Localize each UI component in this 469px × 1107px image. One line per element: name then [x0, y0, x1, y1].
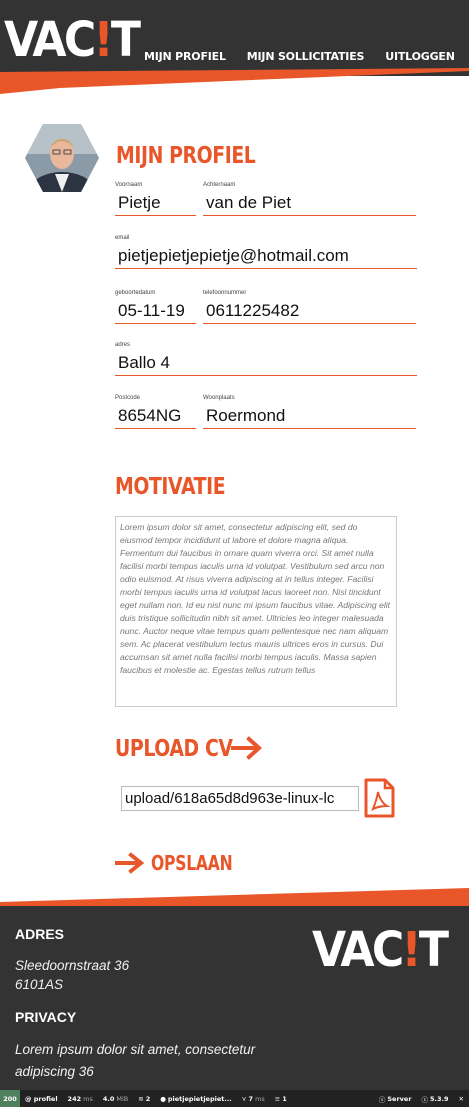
pdf-file-icon[interactable] [363, 778, 395, 818]
twig-icon: ⋎ [241, 1094, 247, 1103]
user-item[interactable]: ● pietjepietjepiet... [155, 1095, 237, 1103]
achternaam-input[interactable]: van de Piet [203, 192, 416, 216]
db-item[interactable]: ≡ 1 [270, 1095, 292, 1103]
cv-upload-input[interactable]: upload/618a65d8d963e-linux-lc [121, 786, 359, 811]
footer-adres-title: ADRES [15, 926, 65, 942]
close-icon[interactable]: ✕ [454, 1095, 469, 1103]
debug-toolbar: 200 @ profiel 242 ms 4.0 MiB ≋ 2 ● pietjepie… [0, 1090, 469, 1107]
database-icon: ≡ [274, 1094, 281, 1103]
save-label: OPSLAAN [151, 851, 233, 875]
footer-adres-line1: Sleedoornstraat 36 [15, 958, 130, 973]
nav-uitloggen[interactable]: UITLOGGEN [385, 50, 455, 63]
adres-label: adres [115, 342, 131, 348]
upload-cv-title: UPLOAD CV [115, 736, 233, 762]
voornaam-input[interactable]: Pietje [115, 192, 196, 216]
profile-title: MIJN PROFIEL [116, 143, 256, 169]
main-nav: MIJN PROFIEL MIJN SOLLICITATIES UITLOGGE… [144, 50, 455, 63]
postcode-label: Postcode [115, 395, 141, 401]
telefoonnummer-label: telefoonnummer [203, 290, 247, 296]
user-icon: ● [160, 1094, 166, 1103]
achternaam-label: Achternaam [203, 182, 236, 188]
layers-icon: ≋ [138, 1094, 144, 1103]
voornaam-field[interactable]: Voornaam Pietje [115, 182, 196, 216]
footer-adres-line2: 6101AS [15, 977, 64, 992]
adres-input[interactable]: Ballo 4 [115, 352, 417, 376]
woonplaats-label: Woonplaats [203, 395, 235, 401]
email-input[interactable]: pietjepietjepietje@hotmail.com [115, 245, 417, 269]
footer-privacy-line1: Lorem ipsum dolor sit amet, consectetur [15, 1042, 256, 1057]
motivatie-textarea[interactable]: Lorem ipsum dolor sit amet, consectetur … [115, 516, 397, 707]
woonplaats-input[interactable]: Roermond [203, 405, 416, 429]
voornaam-label: Voornaam [115, 182, 143, 188]
email-label: email [115, 235, 130, 241]
site-header: VAC!T MIJN PROFIEL MIJN SOLLICITATIES UI… [0, 0, 469, 76]
time-item[interactable]: 242 ms [63, 1095, 98, 1103]
motivatie-title: MOTIVATIE [115, 474, 226, 500]
twig-item[interactable]: ⋎ 7 ms [237, 1095, 270, 1103]
server-item[interactable]: ⓢ Server [374, 1094, 417, 1104]
adres-field[interactable]: adres Ballo 4 [115, 342, 417, 376]
woonplaats-field[interactable]: Woonplaats Roermond [203, 395, 416, 429]
symfony-icon: ⓢ [378, 1095, 386, 1104]
site-logo[interactable]: VAC!T [4, 6, 150, 64]
arrow-right-icon [115, 852, 145, 874]
footer-logo[interactable]: VAC!T [312, 922, 449, 978]
memory-item[interactable]: 4.0 MiB [98, 1095, 133, 1103]
site-footer: ADRES Sleedoornstraat 36 6101AS PRIVACY … [0, 906, 469, 1090]
footer-privacy-title: PRIVACY [15, 1009, 77, 1025]
telefoonnummer-field[interactable]: telefoonnummer 0611225482 [203, 290, 416, 324]
version-item[interactable]: ⓢ 5.3.9 [417, 1094, 454, 1104]
geboortedatum-input[interactable]: 05-11-19 [115, 300, 196, 324]
achternaam-field[interactable]: Achternaam van de Piet [203, 182, 416, 216]
status-code-badge[interactable]: 200 [0, 1090, 20, 1107]
layers-item[interactable]: ≋ 2 [133, 1095, 155, 1103]
email-field[interactable]: email pietjepietjepietje@hotmail.com [115, 235, 417, 269]
postcode-input[interactable]: 8654NG [115, 405, 196, 429]
symfony-icon: ⓢ [421, 1095, 429, 1104]
save-button[interactable]: OPSLAAN [115, 851, 255, 875]
telefoonnummer-input[interactable]: 0611225482 [203, 300, 416, 324]
footer-privacy-line2: adipiscing 36 [15, 1064, 94, 1079]
nav-mijn-profiel[interactable]: MIJN PROFIEL [144, 50, 226, 63]
header-accent-stripe [0, 68, 469, 94]
nav-mijn-sollicitaties[interactable]: MIJN SOLLICITATIES [247, 50, 365, 63]
postcode-field[interactable]: Postcode 8654NG [115, 395, 196, 429]
route-item[interactable]: @ profiel [20, 1095, 63, 1103]
geboortedatum-field[interactable]: geboortedatum 05-11-19 [115, 290, 196, 324]
geboortedatum-label: geboortedatum [115, 290, 156, 296]
arrow-right-icon [231, 736, 262, 760]
profile-avatar [25, 124, 99, 192]
